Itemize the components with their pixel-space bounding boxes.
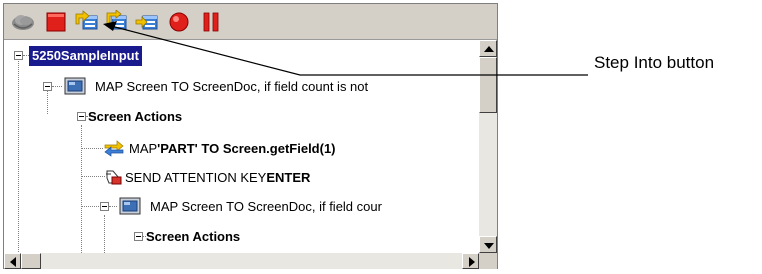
stop-button[interactable] [43,10,69,34]
stop-icon [46,12,66,32]
collapse-toggle[interactable] [14,51,23,60]
callout-label: Step Into button [594,53,715,72]
step-into-icon [75,10,98,30]
collapse-toggle[interactable] [134,232,143,241]
scroll-up-button[interactable] [479,40,497,57]
tree-item-label: Screen Actions [88,108,183,124]
tree-item-prefix: MAP [129,140,158,156]
connect-button[interactable] [10,10,36,34]
tree-item-label: MAP Screen TO ScreenDoc, if field count … [95,78,369,94]
step-over-icon [106,10,127,30]
tree-item-value: ENTER [266,169,311,185]
tree-item-screen-actions[interactable]: Screen Actions [88,106,182,126]
send-key-icon [103,168,125,186]
pause-icon [203,12,219,32]
collapse-toggle[interactable] [100,202,109,211]
collapse-toggle[interactable] [43,82,52,91]
cloud-icon [12,15,34,30]
pause-button[interactable] [198,10,224,34]
tree-item-map-part[interactable]: MAP 'PART' TO Screen.getField(1) [129,138,336,158]
toolbar [4,4,497,40]
scroll-left-button[interactable] [4,253,21,269]
vertical-scrollbar[interactable] [479,40,497,253]
tree-item-send-key[interactable]: SEND ATTENTION KEY ENTER [125,167,310,187]
tree-item-label: MAP Screen TO ScreenDoc, if field cour [150,198,382,214]
tree-item-map-screen-2[interactable]: MAP Screen TO ScreenDoc, if field cour [150,196,382,216]
record-icon [169,12,189,32]
tree-item-value: 'PART' TO Screen.getField(1) [157,140,336,156]
record-button[interactable] [166,10,192,34]
horizontal-scrollbar[interactable] [4,253,479,269]
tree-item-label: 5250SampleInput [29,45,142,66]
step-over-button[interactable] [104,10,130,34]
screen-map-icon [119,197,141,215]
scroll-corner [479,253,497,269]
script-tree: 5250SampleInput MAP Screen TO ScreenDoc,… [4,40,479,253]
scroll-right-button[interactable] [462,253,479,269]
tree-item-prefix: SEND ATTENTION KEY [125,169,267,185]
screen-map-icon [64,77,86,95]
debugger-panel: 5250SampleInput MAP Screen TO ScreenDoc,… [3,3,498,269]
scroll-down-button[interactable] [479,236,497,253]
scroll-thumb[interactable] [479,57,497,113]
collapse-toggle[interactable] [77,112,86,121]
tree-item-root[interactable]: 5250SampleInput [29,45,142,66]
step-into-button[interactable] [74,10,100,34]
scroll-thumb-horizontal[interactable] [21,253,41,269]
tree-item-screen-actions-2[interactable]: Screen Actions [146,226,240,246]
tree-item-label: Screen Actions [146,228,241,244]
map-arrows-icon [103,139,125,157]
step-out-button[interactable] [134,10,160,34]
tree-item-map-screen[interactable]: MAP Screen TO ScreenDoc, if field count … [95,76,368,96]
step-out-icon [135,15,158,30]
